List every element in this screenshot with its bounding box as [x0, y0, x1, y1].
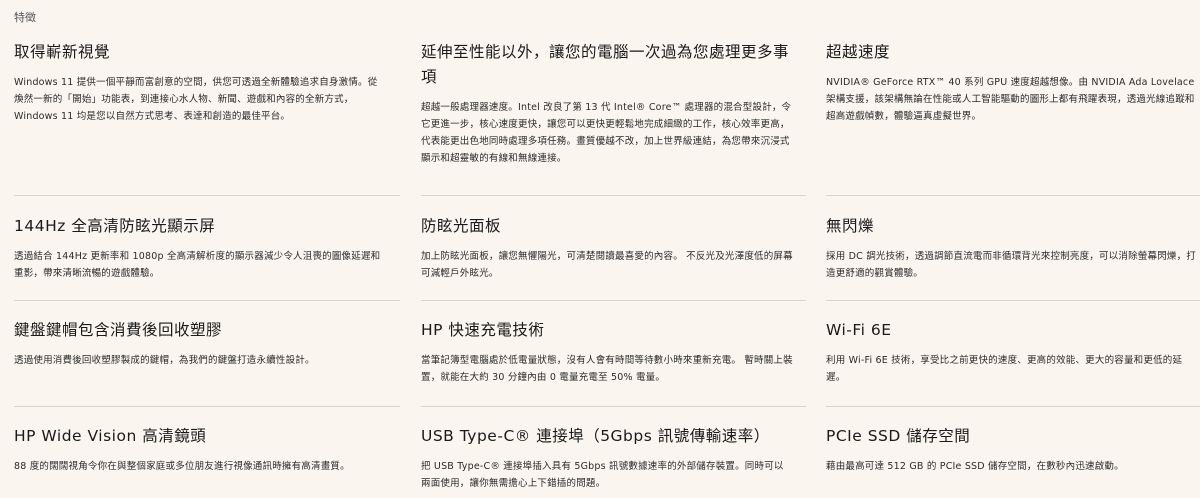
divider	[421, 406, 806, 407]
divider	[421, 300, 806, 301]
feature-recycled-keycaps: 鍵盤鍵帽包含消費後回收塑膠 透過使用消費後回收塑膠製成的鍵帽，為我們的鍵盤打造永…	[14, 318, 386, 369]
feature-description: Windows 11 提供一個平靜而富創意的空間，供您可透過全新體驗追求自身激情…	[14, 77, 378, 122]
section-label: 特徵	[14, 11, 36, 24]
divider	[826, 300, 1200, 301]
divider	[14, 406, 400, 407]
feature-speed: 超越速度 NVIDIA® GeForce RTX™ 40 系列 GPU 速度超越…	[826, 40, 1198, 125]
feature-title: 無閃爍	[826, 217, 875, 235]
feature-description: 透過使用消費後回收塑膠製成的鍵帽，為我們的鍵盤打造永續性設計。	[14, 355, 315, 366]
feature-description: NVIDIA® GeForce RTX™ 40 系列 GPU 速度超越想像。由 …	[826, 77, 1195, 122]
feature-pcie-ssd: PCIe SSD 儲存空間 藉由最高可達 512 GB 的 PCIe SSD 儲…	[826, 424, 1198, 475]
feature-title: 144Hz 全高清防眩光顯示屏	[14, 217, 216, 235]
feature-title: USB Type-C® 連接埠（5Gbps 訊號傳輸速率）	[421, 427, 770, 445]
feature-title: HP Wide Vision 高清鏡頭	[14, 427, 207, 445]
feature-description: 利用 Wi-Fi 6E 技術，享受比之前更快的速度、更高的效能、更大的容量和更低…	[826, 355, 1183, 383]
feature-title: PCIe SSD 儲存空間	[826, 427, 971, 445]
feature-description: 藉由最高可達 512 GB 的 PCIe SSD 儲存空間，在數秒內迅速啟動。	[826, 461, 1124, 472]
feature-description: 把 USB Type-C® 連接埠插入具有 5Gbps 訊號數據速率的外部儲存裝…	[421, 461, 784, 489]
feature-wide-vision-camera: HP Wide Vision 高清鏡頭 88 度的闊闊視角令你在與整個家庭或多位…	[14, 424, 386, 475]
feature-title: 防眩光面板	[421, 217, 502, 235]
divider	[14, 195, 400, 196]
feature-title: 超越速度	[826, 43, 891, 61]
divider	[421, 195, 806, 196]
feature-fast-charge: HP 快速充電技術 當筆記簿型電腦處於低電量狀態，沒有人會有時間等待數小時來重新…	[421, 318, 793, 386]
feature-new-vision: 取得嶄新視覺 Windows 11 提供一個平靜而富創意的空間，供您可透過全新體…	[14, 40, 386, 125]
feature-title: Wi-Fi 6E	[826, 321, 892, 339]
feature-title: HP 快速充電技術	[421, 321, 545, 339]
feature-description: 當筆記簿型電腦處於低電量狀態，沒有人會有時間等待數小時來重新充電。 暫時關上裝置…	[421, 355, 793, 383]
feature-144hz-display: 144Hz 全高清防眩光顯示屏 透過結合 144Hz 更新率和 1080p 全高…	[14, 214, 386, 282]
divider	[826, 195, 1200, 196]
feature-performance: 延伸至性能以外，讓您的電腦一次過為您處理更多事項 超越一般處理器速度。Intel…	[421, 40, 793, 167]
feature-description: 透過結合 144Hz 更新率和 1080p 全高清解析度的顯示器減少令人沮喪的圖…	[14, 251, 381, 279]
feature-flicker-free: 無閃爍 採用 DC 調光技術，透過調節直流電而非循環背光來控制亮度，可以消除螢幕…	[826, 214, 1198, 282]
feature-anti-glare: 防眩光面板 加上防眩光面板，讓您無懼陽光，可清楚閱讀最喜愛的內容。 不反光及光澤…	[421, 214, 793, 282]
divider	[14, 300, 400, 301]
feature-description: 88 度的闊闊視角令你在與整個家庭或多位朋友進行視像通訊時擁有高清畫質。	[14, 461, 350, 472]
feature-title: 延伸至性能以外，讓您的電腦一次過為您處理更多事項	[421, 43, 790, 86]
feature-usb-type-c: USB Type-C® 連接埠（5Gbps 訊號傳輸速率） 把 USB Type…	[421, 424, 793, 492]
divider	[826, 406, 1200, 407]
feature-description: 採用 DC 調光技術，透過調節直流電而非循環背光來控制亮度，可以消除螢幕閃爍，打…	[826, 251, 1196, 279]
feature-title: 取得嶄新視覺	[14, 43, 111, 61]
feature-description: 加上防眩光面板，讓您無懼陽光，可清楚閱讀最喜愛的內容。 不反光及光澤度低的屏幕可…	[421, 251, 793, 279]
feature-title: 鍵盤鍵帽包含消費後回收塑膠	[14, 321, 223, 339]
feature-description: 超越一般處理器速度。Intel 改良了第 13 代 Intel® Core™ 處…	[421, 102, 792, 164]
feature-wifi-6e: Wi-Fi 6E 利用 Wi-Fi 6E 技術，享受比之前更快的速度、更高的效能…	[826, 318, 1198, 386]
